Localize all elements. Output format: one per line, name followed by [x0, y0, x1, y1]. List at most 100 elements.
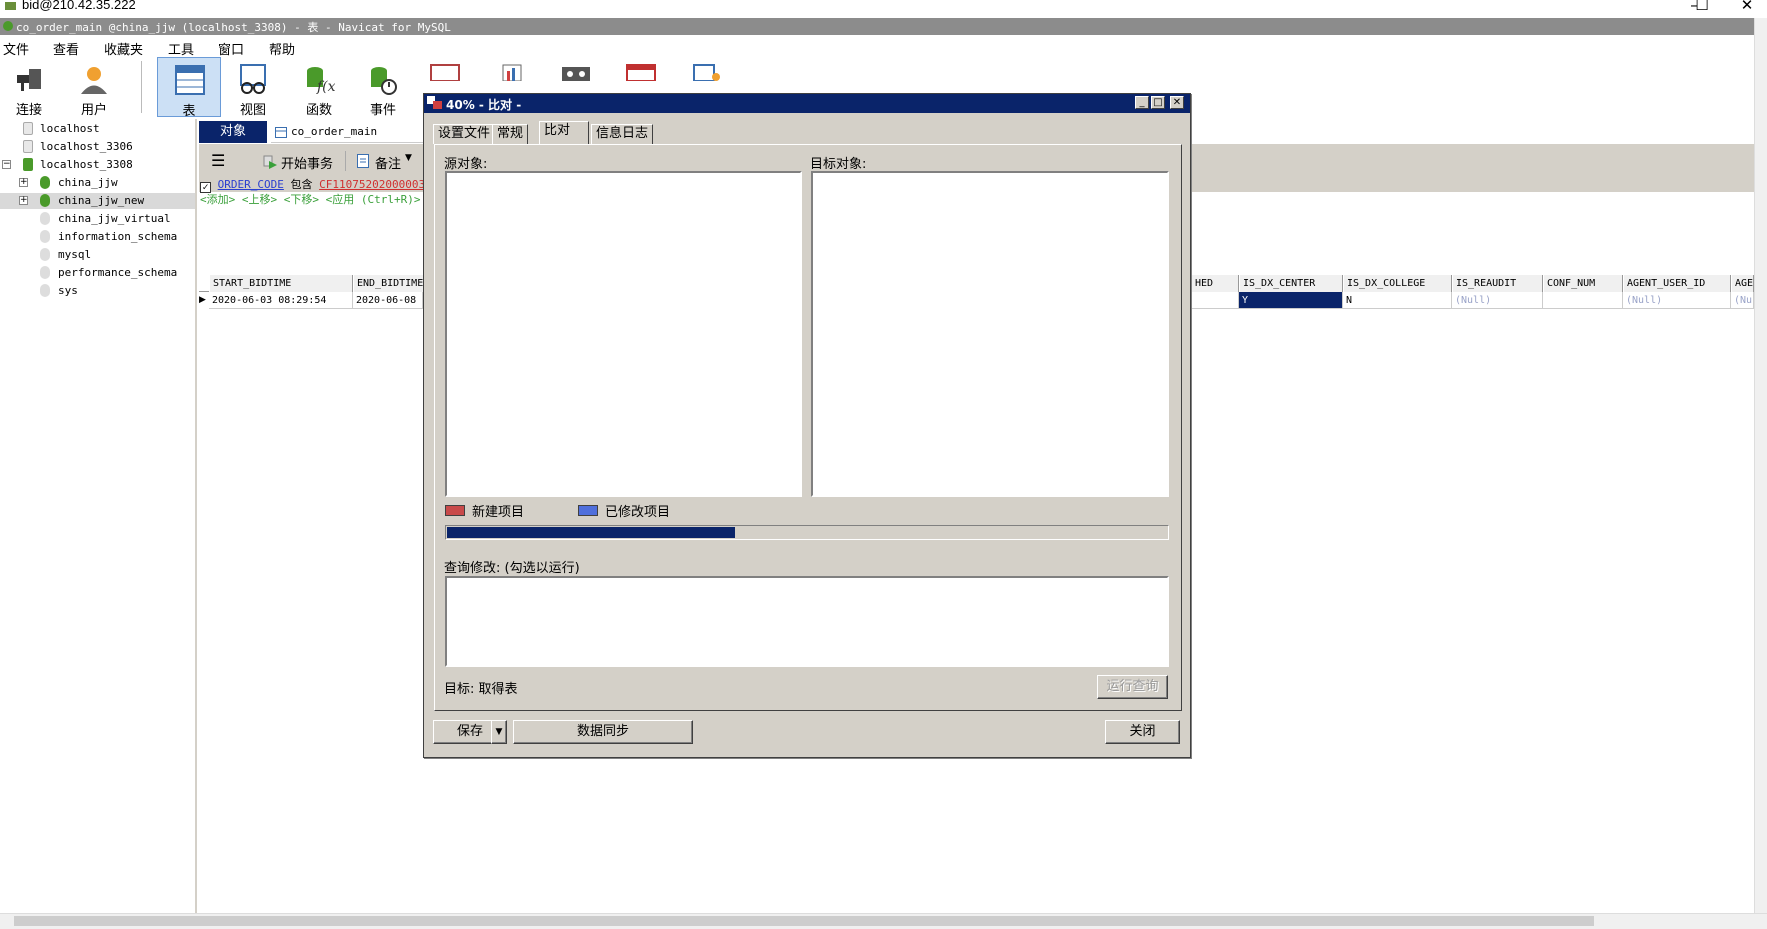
toolbar-function-button[interactable]: f(x) 函数: [290, 57, 348, 118]
database-icon: [40, 176, 50, 189]
target-objects-list[interactable]: [811, 171, 1169, 497]
report-icon[interactable]: [495, 63, 527, 81]
toolbar-connect-button[interactable]: 连接: [0, 57, 58, 118]
filter-field[interactable]: ORDER_CODE: [218, 178, 284, 191]
run-query-button[interactable]: 运行查询: [1097, 675, 1168, 699]
tab-table-editor[interactable]: co_order_main @china_j: [271, 121, 431, 160]
close-button[interactable]: ✕: [1727, 0, 1767, 14]
model-icon[interactable]: [690, 63, 722, 81]
tree-item-sys[interactable]: sys: [0, 283, 195, 299]
table-cell-null[interactable]: (Null): [1452, 292, 1543, 309]
database-icon: [40, 284, 50, 297]
tab-compare[interactable]: 比对: [539, 121, 589, 145]
row-indicator-icon: ▶: [199, 295, 206, 305]
tab-message-log[interactable]: 信息日志: [591, 124, 654, 144]
app-titlebar: co_order_main @china_jjw (localhost_3308…: [0, 18, 1754, 35]
column-header[interactable]: IS_REAUDIT: [1452, 275, 1543, 292]
collapse-icon[interactable]: −: [2, 160, 11, 169]
view-icon: [240, 64, 266, 94]
column-header[interactable]: START_BIDTIME: [209, 275, 353, 292]
column-header[interactable]: CONF_NUM: [1543, 275, 1623, 292]
event-icon: [371, 67, 397, 95]
tree-item-china-jjw[interactable]: + china_jjw: [0, 175, 195, 191]
backup-icon[interactable]: [560, 63, 592, 81]
toolbar-user-button[interactable]: 用户: [65, 57, 123, 118]
filter-value[interactable]: CF110752020000036: [319, 178, 432, 191]
menu-window[interactable]: 窗口: [218, 39, 244, 58]
table-cell-selected[interactable]: Y: [1239, 292, 1343, 309]
toolbar-event-button[interactable]: 事件: [354, 57, 412, 118]
query-modify-list[interactable]: [445, 576, 1169, 667]
filter-operator[interactable]: 包含: [290, 178, 312, 191]
navicat-logo-icon: [3, 21, 13, 31]
save-dropdown-icon[interactable]: ▼: [491, 720, 507, 744]
target-status: 目标: 取得表: [444, 682, 518, 697]
dialog-close-button[interactable]: ✕: [1170, 96, 1184, 109]
begin-transaction-button[interactable]: 开始事务: [281, 153, 333, 172]
tree-item-label: china_jjw_new: [58, 194, 145, 207]
column-header[interactable]: IS_DX_CENTER: [1239, 275, 1343, 292]
note-button[interactable]: 备注: [375, 153, 401, 172]
tree-item-china-jjw-new[interactable]: + china_jjw_new: [0, 193, 195, 209]
tree-item-performance-schema[interactable]: performance_schema: [0, 265, 195, 281]
column-header[interactable]: END_BIDTIME: [353, 275, 433, 292]
column-header[interactable]: AGEN: [1731, 275, 1754, 292]
toolbar-label: 用户: [80, 103, 107, 118]
schedule-icon[interactable]: [625, 63, 657, 81]
data-sync-icon: [427, 96, 442, 109]
table-cell[interactable]: N: [1343, 292, 1452, 309]
toolbar-label: 事件: [369, 103, 396, 118]
menu-file[interactable]: 文件: [3, 39, 29, 58]
close-dialog-button[interactable]: 关闭: [1105, 720, 1180, 744]
tree-item-label: information_schema: [58, 230, 178, 243]
table-cell[interactable]: [1191, 292, 1239, 309]
menu-help[interactable]: 帮助: [269, 39, 295, 58]
table-cell-null[interactable]: (Null): [1623, 292, 1731, 309]
tree-item-china-jjw-virtual[interactable]: china_jjw_virtual: [0, 211, 195, 227]
dialog-maximize-button[interactable]: □: [1151, 96, 1165, 109]
maximize-button[interactable]: ☐: [1682, 0, 1722, 14]
toolbar-table-button[interactable]: 表: [157, 57, 221, 119]
tree-item-localhost[interactable]: localhost: [0, 121, 195, 137]
legend-modified-item: 已修改项目: [605, 505, 671, 520]
tree-item-localhost-3308[interactable]: − localhost_3308: [0, 157, 195, 173]
filter-actions[interactable]: <添加> <上移> <下移> <应用 (Ctrl+R)>: [200, 191, 420, 207]
tab-general[interactable]: 常规: [492, 124, 529, 144]
tree-item-mysql[interactable]: mysql: [0, 247, 195, 263]
tree-item-label: localhost: [40, 122, 100, 135]
expand-icon[interactable]: +: [19, 196, 28, 205]
svg-text:f(x): f(x): [316, 79, 335, 95]
data-sync-button[interactable]: 数据同步: [513, 720, 693, 744]
source-objects-list[interactable]: [445, 171, 802, 497]
toolbar-separator: [345, 151, 346, 171]
toolbar-view-button[interactable]: 视图: [224, 57, 282, 118]
toolbar-label: 函数: [305, 103, 332, 118]
expand-icon[interactable]: +: [19, 178, 28, 187]
table-cell-null[interactable]: (Nu: [1731, 292, 1754, 309]
table-cell[interactable]: [1543, 292, 1623, 309]
vertical-scrollbar[interactable]: [1754, 18, 1767, 913]
tree-item-information-schema[interactable]: information_schema: [0, 229, 195, 245]
horizontal-scroll-thumb[interactable]: [14, 916, 1594, 926]
legend-new-item: 新建项目: [472, 505, 525, 520]
tab-objects[interactable]: 对象: [199, 121, 267, 143]
table-cell[interactable]: 2020-06-08: [353, 292, 423, 309]
note-dropdown-icon[interactable]: ▼: [405, 153, 412, 163]
note-icon: [357, 154, 369, 168]
remote-title: bid@210.42.35.222: [22, 0, 136, 12]
table-cell[interactable]: 2020-06-03 08:29:54: [209, 292, 353, 309]
column-header[interactable]: IS_DX_COLLEGE: [1343, 275, 1452, 292]
menu-icon[interactable]: ☰: [211, 151, 225, 170]
tree-item-label: mysql: [58, 248, 92, 261]
tree-item-localhost-3306[interactable]: localhost_3306: [0, 139, 195, 155]
remote-desktop-icon: [5, 2, 16, 10]
column-header[interactable]: HED: [1191, 275, 1239, 292]
menu-tools[interactable]: 工具: [168, 39, 194, 58]
toolbar-label: 表: [182, 104, 196, 119]
menu-view[interactable]: 查看: [53, 39, 79, 58]
query-icon[interactable]: [429, 63, 461, 81]
menu-favorites[interactable]: 收藏夹: [104, 39, 143, 58]
column-header[interactable]: AGENT_USER_ID: [1623, 275, 1731, 292]
dialog-minimize-button[interactable]: _: [1135, 96, 1149, 109]
tab-settings-file[interactable]: 设置文件: [433, 124, 496, 144]
